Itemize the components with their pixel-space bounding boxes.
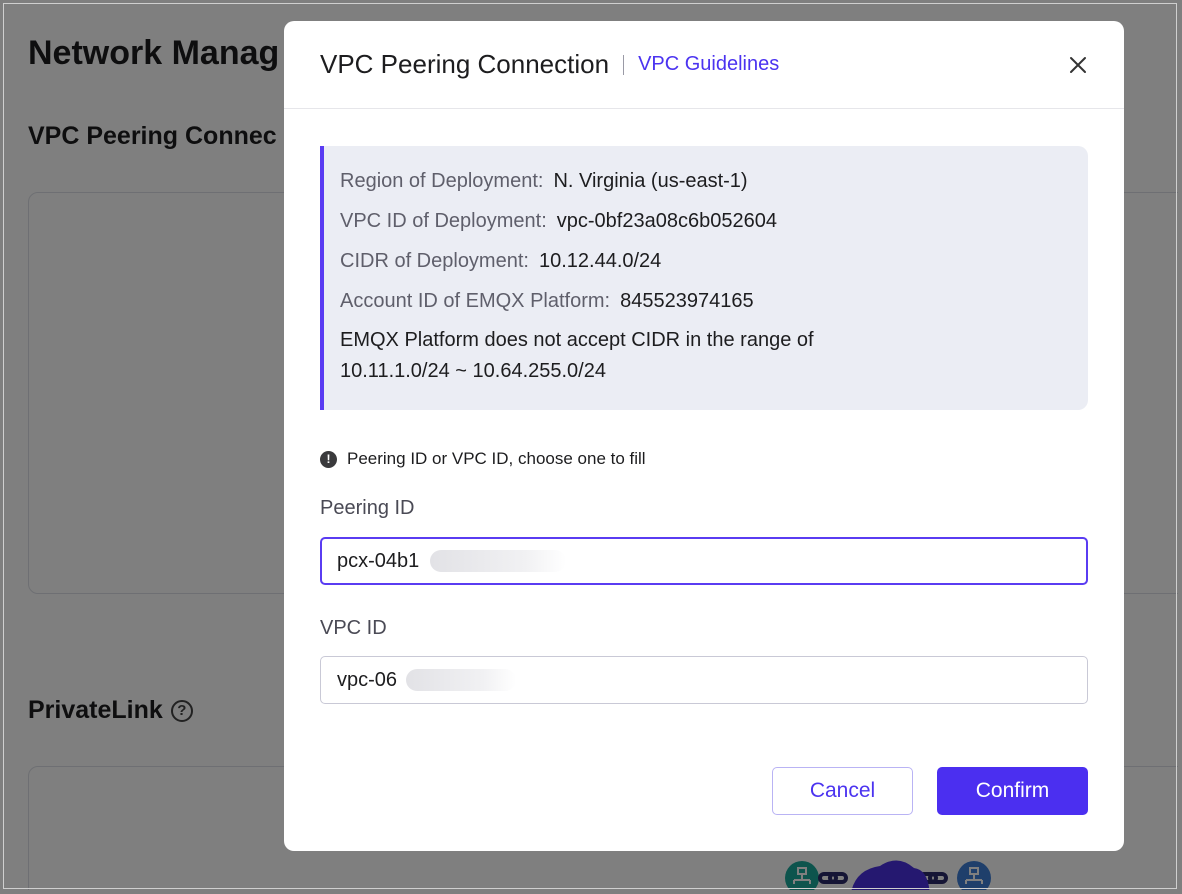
account-value: 845523974165: [620, 290, 754, 312]
account-label: Account ID of EMQX Platform:: [340, 290, 611, 312]
peering-id-input[interactable]: [320, 537, 1088, 585]
hint-text: Peering ID or VPC ID, choose one to fill: [347, 449, 646, 468]
close-icon[interactable]: [1064, 51, 1092, 79]
cancel-button[interactable]: Cancel: [772, 767, 913, 815]
vpc-id-row: VPC ID of Deployment: vpc-0bf23a08c6b0526…: [340, 209, 1088, 233]
deployment-info-box: Region of Deployment: N. Virginia (us-eas…: [320, 146, 1088, 410]
vpc-id-label: VPC ID of Deployment:: [340, 210, 547, 232]
dialog-title: VPC Peering Connection: [320, 49, 610, 79]
account-row: Account ID of EMQX Platform: 845523974165: [340, 289, 1088, 313]
note-line-1: EMQX Platform does not accept CIDR in th…: [340, 329, 814, 351]
vpc-peering-dialog: VPC Peering Connection VPC Guidelines Re…: [284, 21, 1124, 851]
peering-id-label: Peering ID: [320, 497, 415, 519]
cidr-value: 10.12.44.0/24: [538, 250, 662, 272]
confirm-button[interactable]: Confirm: [937, 767, 1088, 815]
region-row: Region of Deployment: N. Virginia (us-eas…: [340, 169, 1088, 193]
fill-hint: ! Peering ID or VPC ID, choose one to fi…: [320, 449, 646, 469]
region-label: Region of Deployment:: [340, 170, 544, 192]
cidr-row: CIDR of Deployment: 10.12.44.0/24: [340, 249, 1088, 273]
vpc-id-value: vpc-0bf23a08c6b052604: [556, 210, 777, 232]
note-line-2: 10.11.1.0/24 ~ 10.64.255.0/24: [340, 360, 606, 382]
cidr-restriction-note: EMQX Platform does not accept CIDR in th…: [340, 325, 1088, 387]
title-divider: [623, 54, 625, 75]
region-value: N. Virginia (us-east-1): [553, 170, 748, 192]
exclamation-circle-icon: !: [320, 450, 337, 468]
vpc-guidelines-link[interactable]: VPC Guidelines: [638, 53, 779, 76]
dialog-header: VPC Peering Connection VPC Guidelines: [284, 21, 1124, 109]
vpc-id-field-label: VPC ID: [320, 617, 387, 639]
cidr-label: CIDR of Deployment:: [340, 250, 529, 272]
vpc-id-input[interactable]: [320, 656, 1088, 704]
